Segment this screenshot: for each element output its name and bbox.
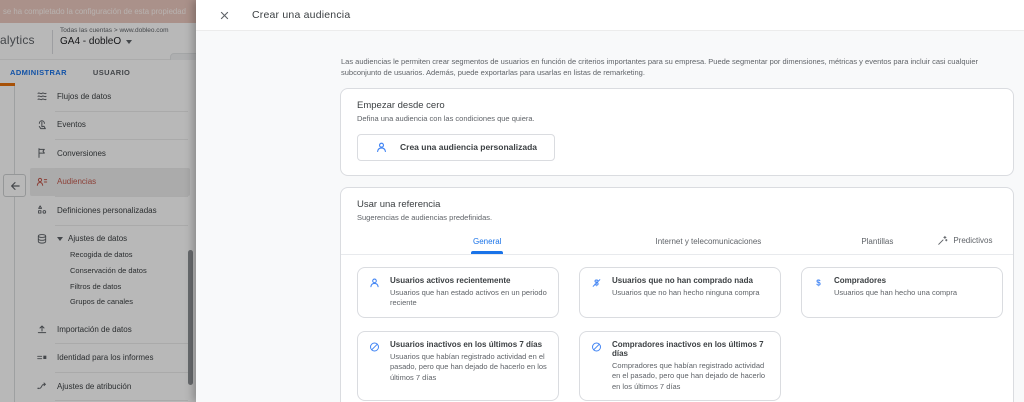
money-off-icon: $ [590, 276, 603, 289]
card-title: Compradores [834, 276, 957, 285]
audience-suggestions-grid: Usuarios activos recientemente Usuarios … [341, 255, 1013, 402]
tab-label: Predictivos [953, 236, 992, 245]
card-description: Usuarios que no han hecho ninguna compra [612, 288, 760, 299]
audience-card-usuarios-activos[interactable]: Usuarios activos recientemente Usuarios … [357, 267, 559, 318]
card-title: Usuarios inactivos en los últimos 7 días [390, 340, 548, 349]
dollar-icon: $ [812, 276, 825, 289]
card-description: Usuarios que han hecho una compra [834, 288, 957, 299]
modal-scrim[interactable] [0, 0, 196, 402]
section-subtitle: Sugerencias de audiencias predefinidas. [341, 213, 1013, 222]
dialog-body: Las audiencias le permiten crear segment… [196, 30, 1024, 402]
reference-tab-bar: General Internet y telecomunicaciones Pl… [341, 231, 1013, 255]
audience-card-compradores-inactivos-7-dias[interactable]: Compradores inactivos en los últimos 7 d… [579, 331, 781, 402]
person-icon [375, 141, 388, 154]
card-title: Usuarios activos recientemente [390, 276, 548, 285]
audience-card-usuarios-inactivos-7-dias[interactable]: Usuarios inactivos en los últimos 7 días… [357, 331, 559, 402]
use-reference-panel: Usar una referencia Sugerencias de audie… [340, 187, 1014, 402]
dialog-title: Crear una audiencia [252, 9, 350, 21]
tab-general[interactable]: General [473, 237, 501, 254]
section-title: Usar una referencia [341, 199, 1013, 210]
svg-text:$: $ [816, 278, 821, 287]
person-icon [368, 276, 381, 289]
card-title: Usuarios que no han comprado nada [612, 276, 760, 285]
close-icon[interactable] [216, 7, 232, 23]
card-description: Usuarios que han estado activos en un pe… [390, 288, 548, 309]
create-custom-audience-button[interactable]: Crea una audiencia personalizada [357, 134, 555, 161]
button-label: Crea una audiencia personalizada [400, 142, 537, 152]
card-description: Compradores que habían registrado activi… [612, 361, 770, 393]
magic-wand-icon [937, 235, 948, 246]
audience-intro-text: Las audiencias le permiten crear segment… [341, 56, 1014, 79]
section-title: Empezar desde cero [357, 100, 997, 111]
tab-internet-y-telecomunicaciones[interactable]: Internet y telecomunicaciones [655, 237, 761, 254]
create-audience-dialog: Crear una audiencia Las audiencias le pe… [196, 0, 1024, 402]
audience-card-no-han-comprado[interactable]: $ Usuarios que no han comprado nada Usua… [579, 267, 781, 318]
start-from-scratch-panel: Empezar desde cero Defina una audiencia … [340, 88, 1014, 176]
block-icon [590, 340, 603, 353]
screen: se ha completado la configuración de est… [0, 0, 1024, 402]
block-icon [368, 340, 381, 353]
tab-predictivos[interactable]: Predictivos [937, 235, 992, 254]
card-description: Usuarios que habían registrado actividad… [390, 352, 548, 384]
section-subtitle: Defina una audiencia con las condiciones… [357, 114, 997, 123]
audience-card-compradores[interactable]: $ Compradores Usuarios que han hecho una… [801, 267, 1003, 318]
dialog-header: Crear una audiencia [196, 0, 1024, 30]
tab-plantillas[interactable]: Plantillas [861, 237, 893, 254]
card-title: Compradores inactivos en los últimos 7 d… [612, 340, 770, 358]
